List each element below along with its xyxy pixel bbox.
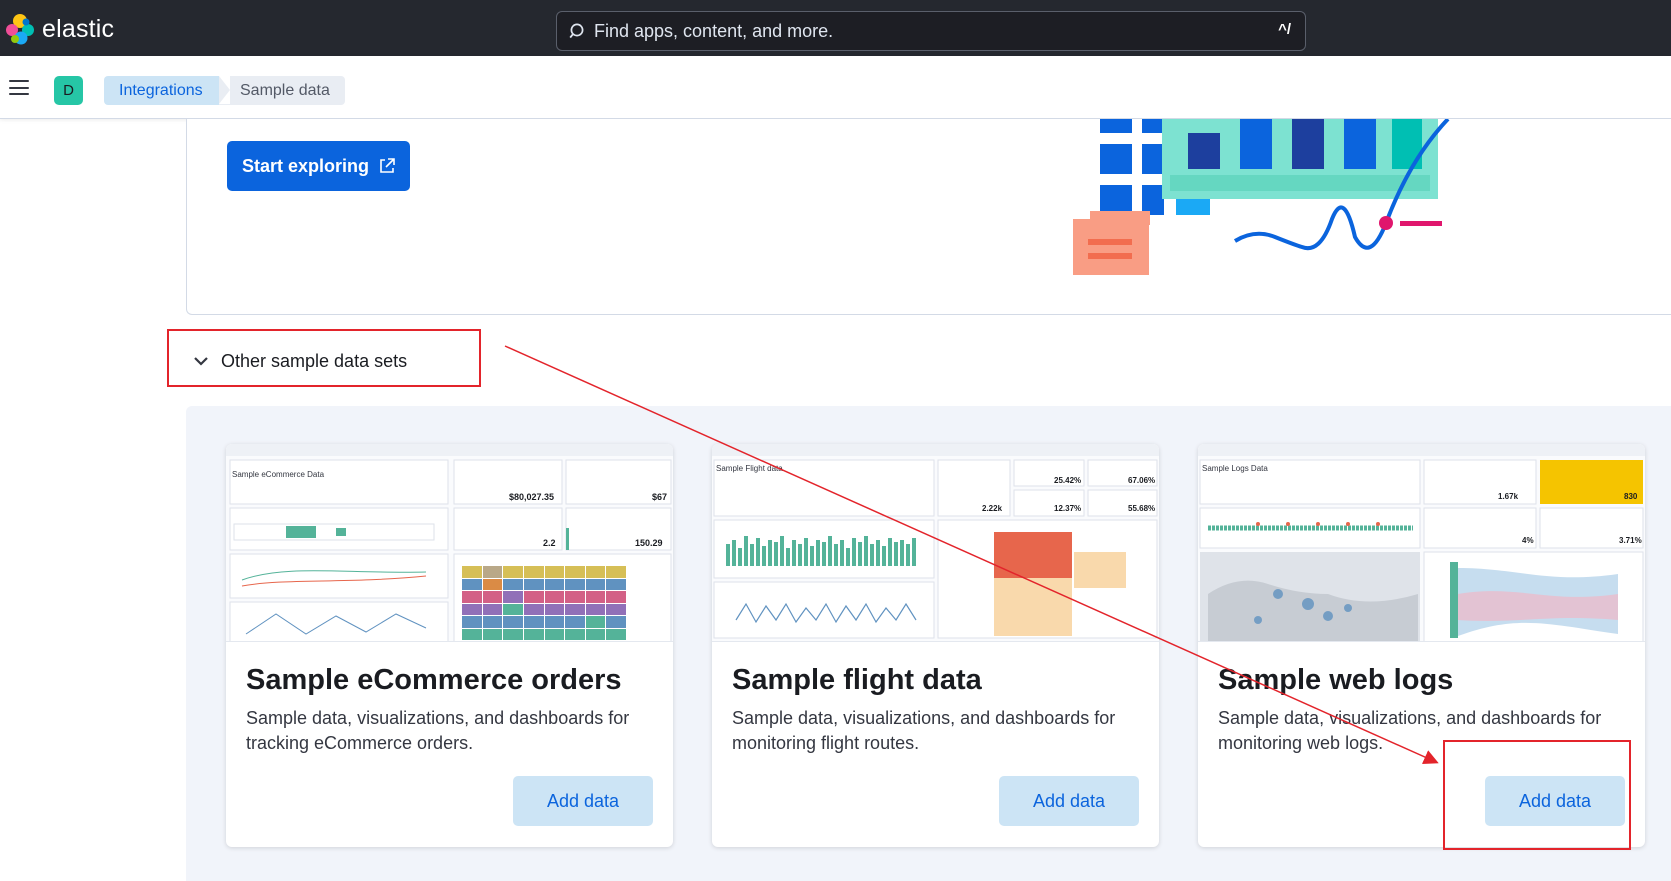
card-ecommerce: Sample eCommerce Data $80,027.35 $67 2.2…: [226, 444, 673, 847]
start-exploring-button[interactable]: Start exploring: [227, 141, 410, 191]
card-title: Sample eCommerce orders: [246, 664, 622, 696]
card-description: Sample data, visualizations, and dashboa…: [246, 708, 630, 753]
card-title: Sample flight data: [732, 664, 982, 696]
flights-metric-delayed: 25.42%: [1054, 476, 1082, 485]
annotation-box-accordion: [167, 329, 481, 387]
elastic-logo-link[interactable]: elastic: [4, 12, 114, 46]
flights-preview-heading: Sample Flight data: [716, 464, 783, 473]
logs-metric-http-4xx: 4%: [1522, 536, 1534, 545]
sub-header: D Integrations Sample data: [0, 56, 1671, 119]
brand-name: elastic: [42, 14, 115, 43]
flights-metric-cancelled: 12.37%: [1054, 504, 1082, 513]
hero-illustration: [1073, 119, 1450, 275]
logs-preview-heading: Sample Logs Data: [1202, 464, 1268, 473]
dashboard-preview-ecommerce: Sample eCommerce Data $80,027.35 $67 2.2…: [226, 444, 673, 642]
breadcrumb-integrations[interactable]: Integrations: [104, 76, 230, 105]
search-icon: [569, 23, 584, 39]
ecommerce-metric-revenue: $80,027.35: [509, 492, 555, 502]
add-data-button-ecommerce[interactable]: Add data: [513, 776, 653, 826]
flights-metric-cancelled-change: 55.68%: [1128, 504, 1156, 513]
ecommerce-metric-median: $67: [652, 492, 668, 502]
annotation-box-add-data: [1443, 740, 1631, 850]
flights-metric-total: 2.22k: [982, 504, 1003, 513]
breadcrumb-sample-data: Sample data: [219, 76, 345, 105]
card-flights: Sample Flight data 2.22k 25.42% 67.06% 1…: [712, 444, 1159, 847]
external-link-icon: [380, 158, 395, 173]
global-search-input[interactable]: Find apps, content, and more. ^/: [556, 11, 1306, 51]
space-avatar[interactable]: D: [54, 76, 83, 105]
dashboard-preview-flights: Sample Flight data 2.22k 25.42% 67.06% 1…: [712, 444, 1159, 642]
search-placeholder: Find apps, content, and more.: [594, 20, 834, 41]
add-data-button-flights[interactable]: Add data: [999, 776, 1139, 826]
flights-metric-delayed-change: 67.06%: [1128, 476, 1156, 485]
menu-toggle-button[interactable]: [9, 80, 29, 96]
card-description: Sample data, visualizations, and dashboa…: [732, 708, 1116, 753]
logs-metric-http-5xx: 3.71%: [1619, 536, 1642, 545]
top-header: elastic Find apps, content, and more. ^/: [0, 0, 1671, 56]
logs-metric-visits: 1.67k: [1498, 492, 1519, 501]
search-shortcut-badge: ^/: [1278, 21, 1291, 38]
dashboard-preview-logs: Sample Logs Data 1.67k 830 4% 3.71%: [1198, 444, 1645, 642]
card-title: Sample web logs: [1218, 664, 1454, 696]
ecommerce-preview-heading: Sample eCommerce Data: [232, 470, 325, 479]
start-exploring-label: Start exploring: [242, 155, 370, 176]
logs-metric-unique-visitors: 830: [1624, 492, 1638, 501]
ecommerce-metric-items: 2.2: [543, 538, 556, 548]
elastic-logo-icon: [6, 14, 34, 45]
ecommerce-metric-price: 150.29: [635, 538, 663, 548]
